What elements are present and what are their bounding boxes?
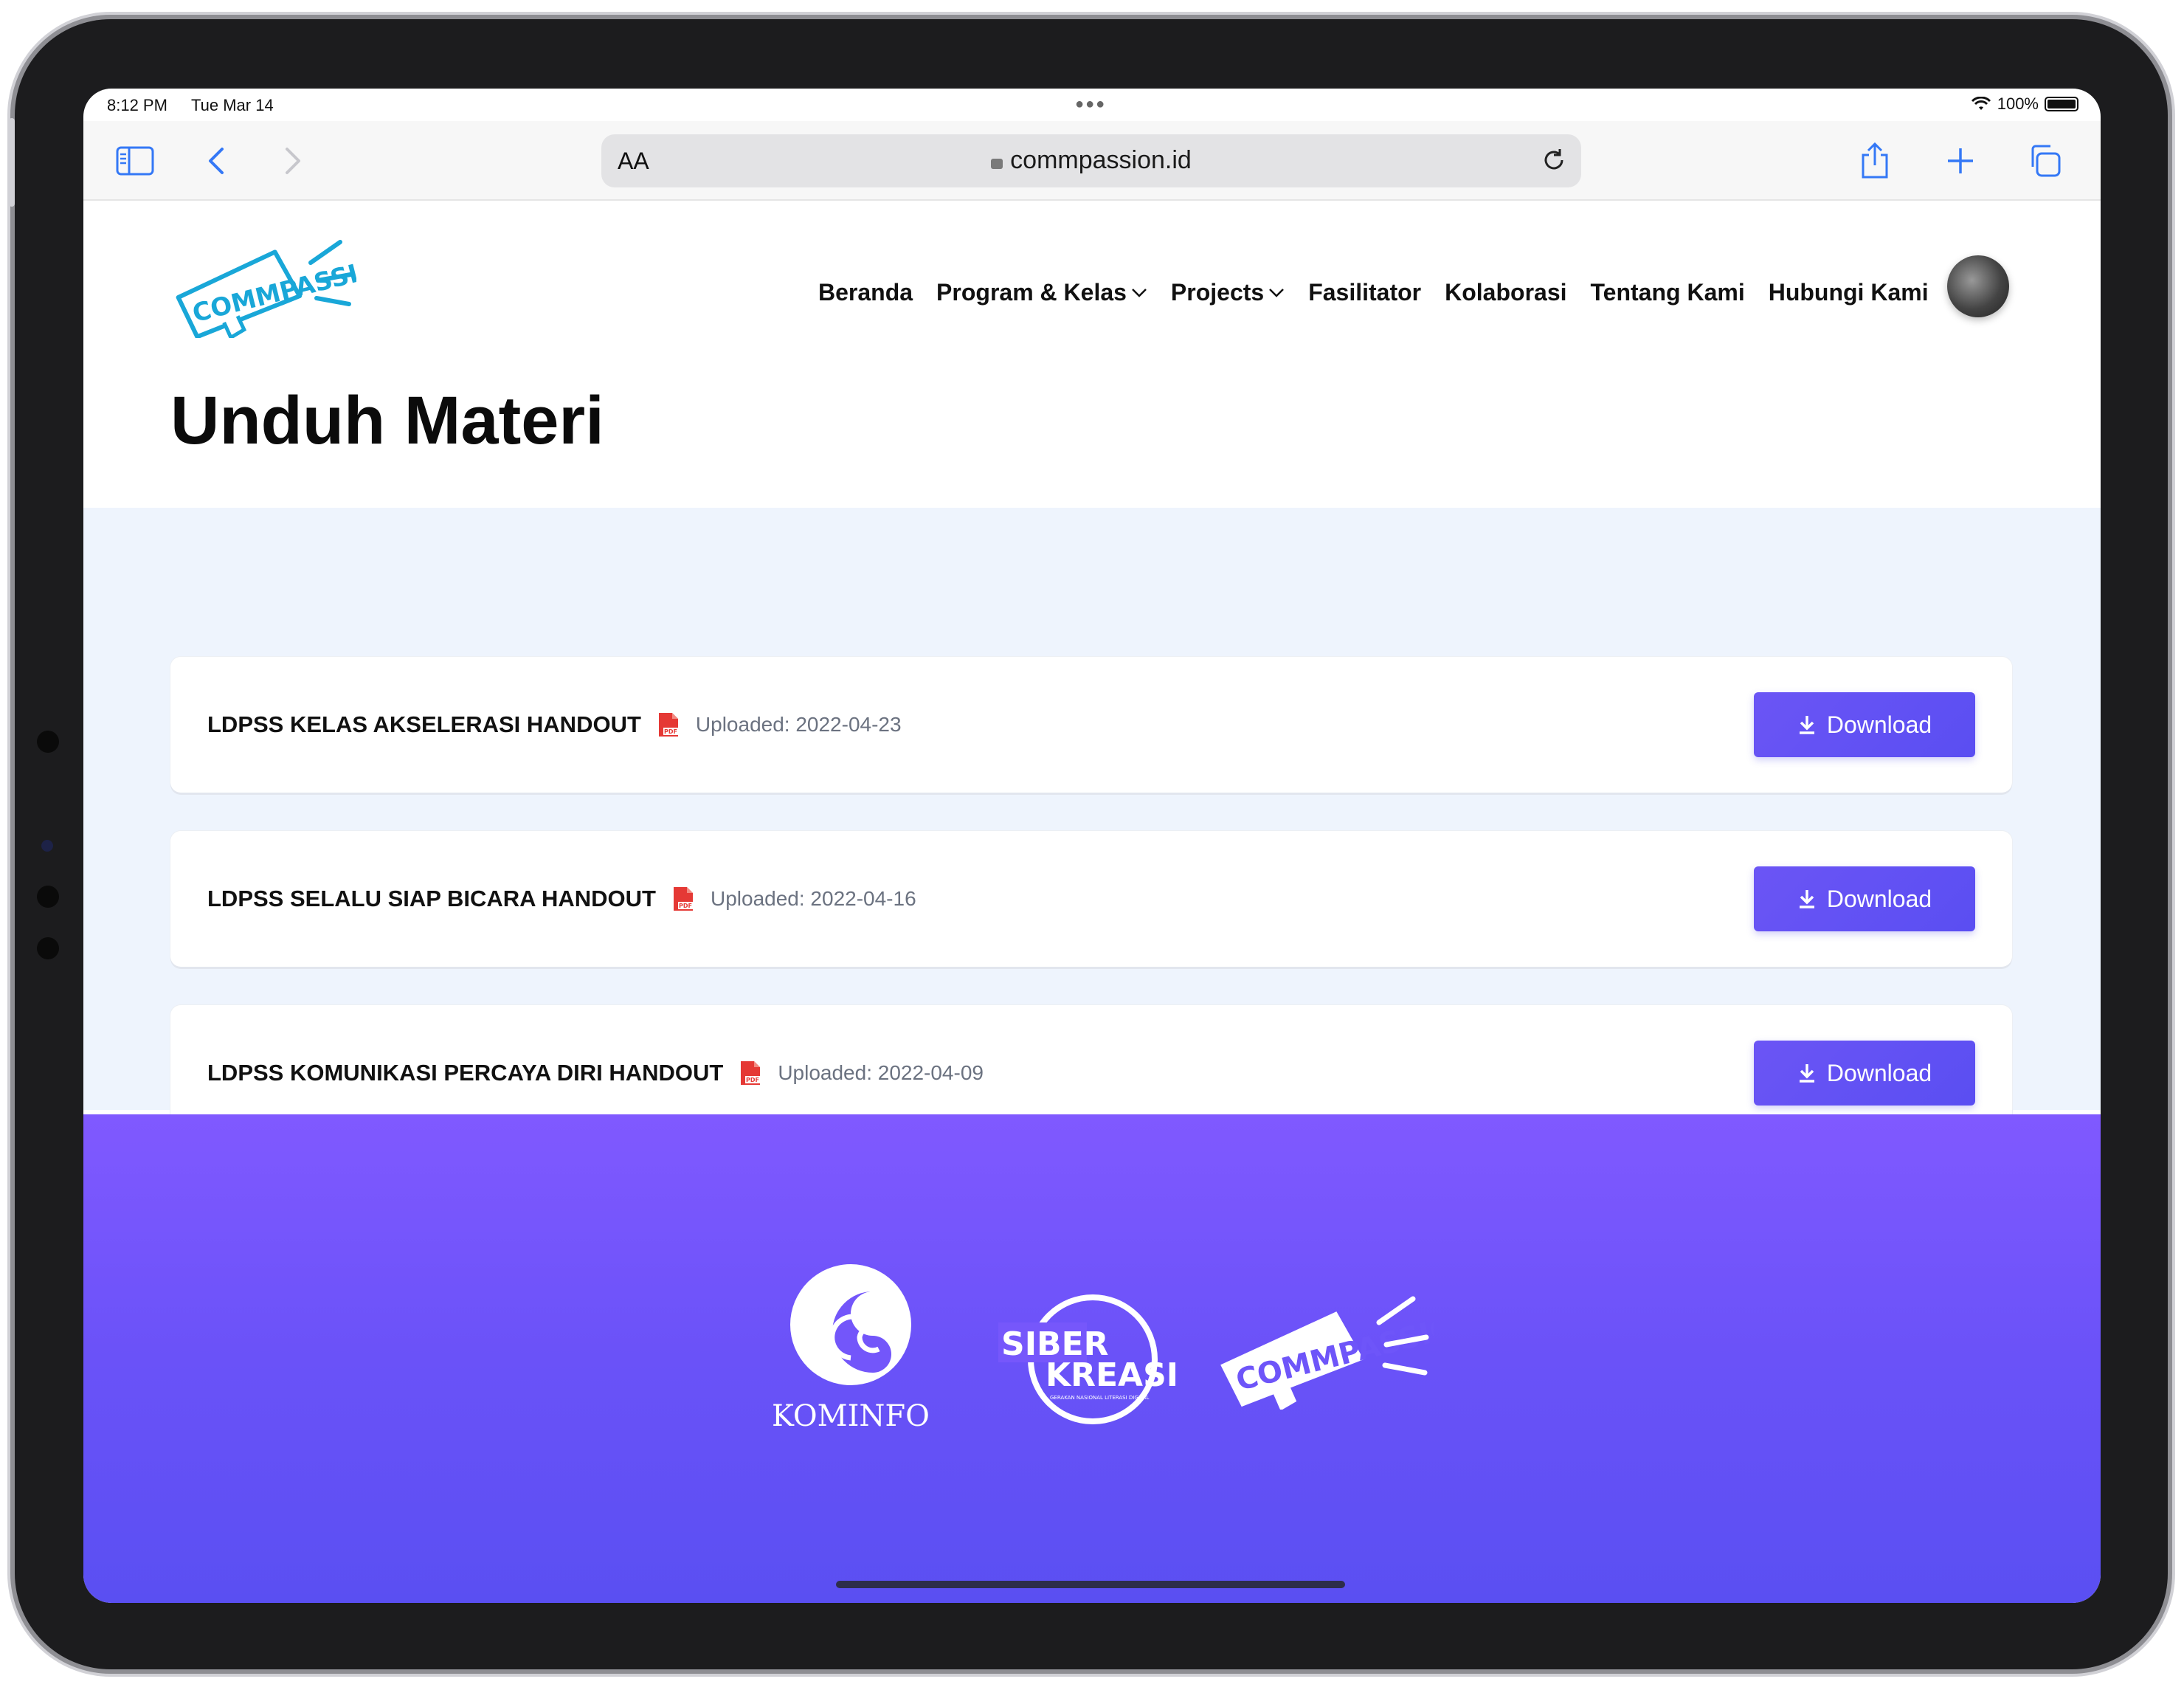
forward-icon[interactable] xyxy=(272,140,314,182)
nav-label: Kolaborasi xyxy=(1445,279,1567,306)
sidebar-icon[interactable] xyxy=(114,140,156,182)
url-display[interactable]: commpassion.id xyxy=(601,146,1581,175)
material-title: LDPSS KOMUNIKASI PERCAYA DIRI HANDOUT xyxy=(207,1060,724,1086)
download-button[interactable]: Download xyxy=(1754,1041,1975,1106)
multitask-dots[interactable]: ●●● xyxy=(1075,96,1106,113)
main-nav: Beranda Program & Kelas Projects Fasilit… xyxy=(818,279,1929,306)
volume-button xyxy=(9,118,15,207)
kominfo-logo: KOMINFO xyxy=(772,1264,930,1432)
nav-projects[interactable]: Projects xyxy=(1171,279,1285,306)
pdf-icon: PDF xyxy=(673,887,693,911)
nav-fasilitator[interactable]: Fasilitator xyxy=(1308,279,1421,306)
battery-percent: 100% xyxy=(1997,94,2039,113)
page-title: Unduh Materi xyxy=(170,383,604,458)
kominfo-text: KOMINFO xyxy=(772,1399,930,1432)
chevron-down-icon xyxy=(1132,288,1147,297)
svg-text:PDF: PDF xyxy=(679,903,692,909)
site-header: COMMPASSION Beranda Program & Kelas Proj… xyxy=(83,201,2101,368)
svg-text:PDF: PDF xyxy=(746,1077,759,1083)
url-text: commpassion.id xyxy=(1010,146,1192,174)
nav-program-kelas[interactable]: Program & Kelas xyxy=(936,279,1147,306)
material-row: LDPSS KELAS AKSELERASI HANDOUT PDF Uploa… xyxy=(207,711,902,738)
nav-label: Beranda xyxy=(818,279,913,306)
home-indicator[interactable] xyxy=(836,1581,1345,1588)
footer: KOMINFO SIBER KREASI GERAKAN NASIONAL LI… xyxy=(83,1114,2101,1603)
siberkreasi-tagline: GERAKAN NASIONAL LITERASI DIGITAL xyxy=(1050,1395,1149,1401)
download-label: Download xyxy=(1826,1059,1932,1086)
download-label: Download xyxy=(1826,711,1932,738)
chevron-down-icon xyxy=(1269,288,1285,297)
material-row: LDPSS KOMUNIKASI PERCAYA DIRI HANDOUT PD… xyxy=(207,1060,984,1086)
lock-icon xyxy=(991,159,1003,169)
material-title: LDPSS SELALU SIAP BICARA HANDOUT xyxy=(207,886,656,911)
upload-date: Uploaded: 2022-04-23 xyxy=(695,713,902,736)
pdf-icon: PDF xyxy=(658,713,678,737)
download-icon xyxy=(1799,1064,1814,1083)
material-card: LDPSS KELAS AKSELERASI HANDOUT PDF Uploa… xyxy=(170,657,2012,793)
status-right: 100% xyxy=(1971,94,2078,114)
download-label: Download xyxy=(1826,885,1932,912)
svg-text:PDF: PDF xyxy=(664,728,677,735)
status-date: Tue Mar 14 xyxy=(191,96,274,114)
nav-label: Fasilitator xyxy=(1308,279,1422,306)
nav-beranda[interactable]: Beranda xyxy=(818,279,913,306)
battery-icon xyxy=(2045,97,2078,111)
status-time: 8:12 PM xyxy=(107,96,167,114)
screen: 8:12 PM Tue Mar 14 ●●● 100% AA commpassi… xyxy=(83,89,2101,1603)
download-button[interactable]: Download xyxy=(1754,866,1975,931)
side-sensor xyxy=(37,731,59,753)
upload-date: Uploaded: 2022-04-16 xyxy=(710,887,916,910)
nav-label: Projects xyxy=(1170,279,1265,306)
materials-section: LDPSS KELAS AKSELERASI HANDOUT PDF Uploa… xyxy=(83,508,2101,1141)
nav-label: Tentang Kami xyxy=(1590,279,1745,306)
nav-hubungi-kami[interactable]: Hubungi Kami xyxy=(1769,279,1929,306)
side-sensor xyxy=(37,886,59,908)
tabs-overview-icon[interactable] xyxy=(2024,140,2065,182)
wifi-icon xyxy=(1971,97,1991,110)
new-tab-icon[interactable] xyxy=(1940,140,1981,182)
commpassion-footer-logo: COMMPASSION xyxy=(1220,1296,1434,1410)
material-card: LDPSS SELALU SIAP BICARA HANDOUT PDF Upl… xyxy=(170,831,2012,967)
material-row: LDPSS SELALU SIAP BICARA HANDOUT PDF Upl… xyxy=(207,886,916,912)
side-sensor xyxy=(37,937,59,959)
pdf-icon: PDF xyxy=(741,1061,761,1085)
reload-icon[interactable] xyxy=(1540,146,1568,178)
nav-kolaborasi[interactable]: Kolaborasi xyxy=(1445,279,1566,306)
commpassion-logo[interactable]: COMMPASSION xyxy=(172,227,402,342)
address-bar[interactable]: AA commpassion.id xyxy=(601,134,1581,187)
nav-label: Hubungi Kami xyxy=(1768,279,1929,306)
kreasi-text: KREASI xyxy=(1046,1356,1175,1394)
nav-tentang-kami[interactable]: Tentang Kami xyxy=(1591,279,1745,306)
siberkreasi-logo: SIBER KREASI GERAKAN NASIONAL LITERASI D… xyxy=(998,1294,1175,1424)
share-icon[interactable] xyxy=(1854,140,1896,182)
page-title-section: Unduh Materi xyxy=(83,368,2101,506)
back-icon[interactable] xyxy=(196,140,237,182)
camera xyxy=(41,840,53,852)
download-icon xyxy=(1799,890,1814,908)
browser-toolbar: AA commpassion.id xyxy=(83,121,2101,201)
upload-date: Uploaded: 2022-04-09 xyxy=(778,1061,984,1084)
status-bar: 8:12 PM Tue Mar 14 ●●● 100% xyxy=(83,89,2101,121)
download-icon xyxy=(1799,716,1814,734)
avatar[interactable] xyxy=(1947,255,2009,317)
material-title: LDPSS KELAS AKSELERASI HANDOUT xyxy=(207,711,641,737)
download-button[interactable]: Download xyxy=(1754,692,1975,757)
nav-label: Program & Kelas xyxy=(936,279,1127,306)
